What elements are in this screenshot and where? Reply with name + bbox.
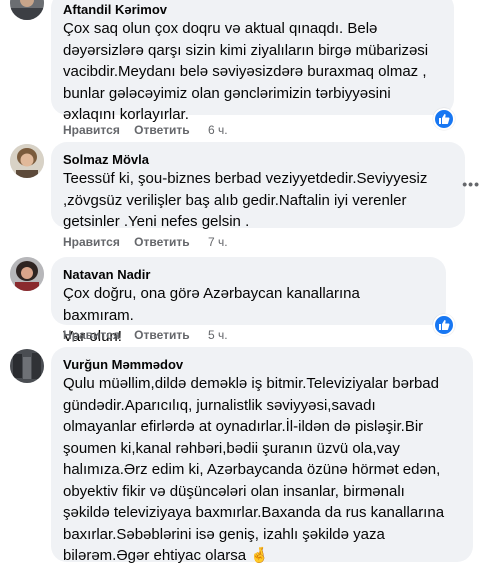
avatar[interactable] (10, 349, 44, 383)
more-options-icon[interactable]: ••• (462, 176, 480, 192)
reply-button[interactable]: Ответить (134, 123, 189, 137)
comment-bubble: Solmaz Mövla Teessüf ki, şou-biznes berb… (51, 142, 465, 230)
comment-bubble: Aftandil Kərimov Çox saq olun çox doqru … (51, 0, 454, 123)
avatar[interactable] (10, 0, 44, 20)
like-reaction-badge[interactable] (433, 108, 455, 130)
comment-author[interactable]: Aftandil Kərimov (63, 2, 442, 18)
comment-actions: Нравится Ответить 5 ч. (63, 327, 239, 343)
thumbs-up-icon (439, 114, 450, 124)
comment-author[interactable]: Natavan Nadir (63, 267, 434, 283)
thumbs-up-icon (439, 320, 450, 330)
comment-text: Qulu müəllim,dildə deməklə iş bitmir.Tel… (63, 375, 445, 564)
comment-bubble: Natavan Nadir Çox doğru, ona görə Azərba… (51, 257, 446, 345)
comment-text: Teessüf ki, şou-biznes berbad veziyyetde… (63, 170, 428, 230)
like-button[interactable]: Нравится (63, 235, 120, 249)
comment-timestamp[interactable]: 5 ч. (208, 328, 228, 342)
avatar[interactable] (10, 257, 44, 291)
comment-timestamp[interactable]: 6 ч. (208, 123, 228, 137)
like-button[interactable]: Нравится (63, 123, 120, 137)
comment-author[interactable]: Solmaz Mövla (63, 152, 453, 168)
like-button[interactable]: Нравится (63, 328, 120, 342)
comment-timestamp[interactable]: 7 ч. (208, 235, 228, 249)
comment-text: Çox saq olun çox doqru və aktual qınaqdı… (63, 20, 429, 123)
reply-button[interactable]: Ответить (134, 235, 189, 249)
like-reaction-badge[interactable] (433, 314, 455, 336)
comment-author[interactable]: Vurğun Məmmədov (63, 357, 461, 373)
comment-actions: Нравится Ответить 7 ч. (63, 234, 239, 250)
reply-button[interactable]: Ответить (134, 328, 189, 342)
comment-actions: Нравится Ответить 6 ч. (63, 122, 239, 138)
comment-bubble: Vurğun Məmmədov Qulu müəllim,dildə demək… (51, 347, 473, 564)
avatar[interactable] (10, 144, 44, 178)
